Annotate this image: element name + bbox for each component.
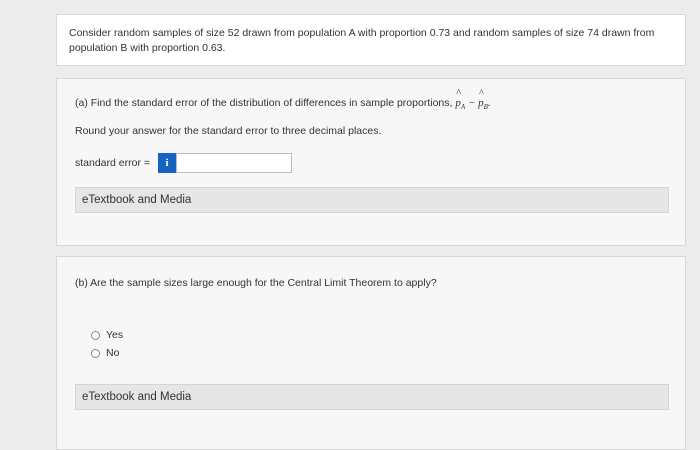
radio-yes-label[interactable]: Yes — [106, 329, 123, 341]
part-a-question-text: (a) Find the standard error of the distr… — [75, 97, 453, 109]
rounding-instruction: Round your answer for the standard error… — [75, 125, 382, 137]
part-b-card: (b) Are the sample sizes large enough fo… — [56, 256, 686, 450]
part-a-card: (a) Find the standard error of the distr… — [56, 78, 686, 246]
standard-error-row: standard error = i — [75, 153, 292, 173]
subscript-a: A — [460, 103, 466, 112]
p-hat-b: p — [478, 88, 484, 109]
radio-option-yes[interactable]: Yes — [91, 329, 123, 341]
part-a-question: (a) Find the standard error of the distr… — [75, 88, 491, 112]
minus-sign: − — [467, 97, 476, 109]
part-b-question: (b) Are the sample sizes large enough fo… — [75, 277, 437, 289]
radio-no-circle[interactable] — [91, 348, 100, 358]
problem-statement-card: Consider random samples of size 52 drawn… — [56, 14, 686, 66]
standard-error-input[interactable] — [176, 153, 292, 173]
p-hat-a: p — [455, 88, 461, 109]
part-b-etextbook-link[interactable]: eTextbook and Media — [75, 384, 669, 410]
problem-statement-text: Consider random samples of size 52 drawn… — [69, 27, 655, 54]
info-button[interactable]: i — [158, 153, 176, 173]
difference-formula: pA − pB. — [455, 88, 490, 112]
standard-error-label: standard error = — [75, 157, 150, 169]
radio-no-label[interactable]: No — [106, 347, 119, 359]
radio-yes-circle[interactable] — [91, 330, 100, 340]
radio-option-no[interactable]: No — [91, 347, 119, 359]
part-a-etextbook-link[interactable]: eTextbook and Media — [75, 187, 669, 213]
